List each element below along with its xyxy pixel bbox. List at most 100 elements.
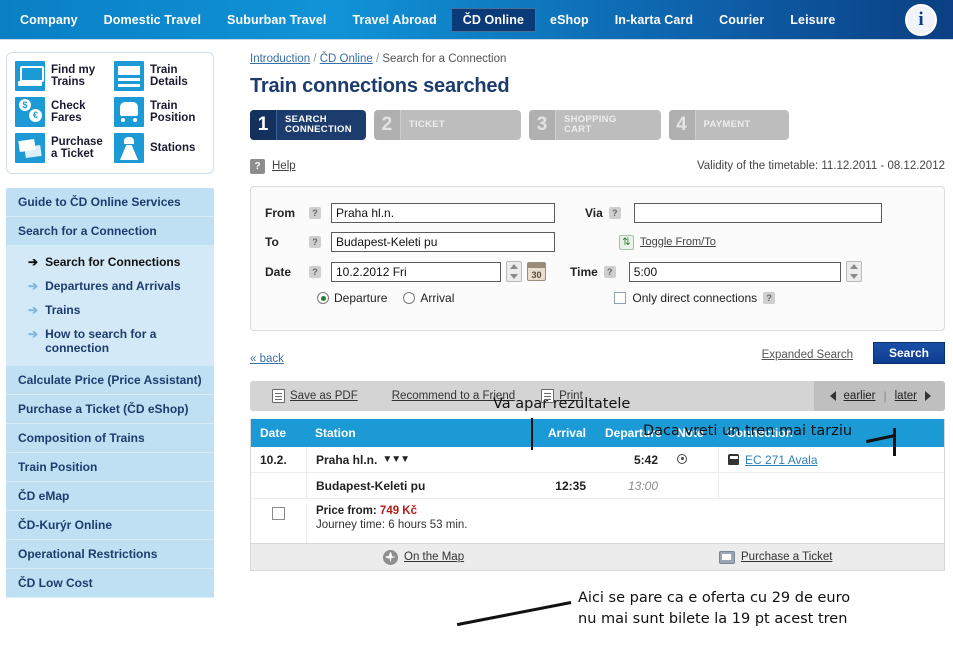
sidebar-subitem-how-to-search-for-a-connection[interactable]: ➔ How to search for a connection [6, 322, 214, 360]
sidebar-item-search-for-a-connection[interactable]: Search for a Connection [6, 217, 214, 246]
step-label: SEARCH CONNECTION [276, 110, 366, 140]
circle-dot-icon [677, 453, 687, 464]
recommend-to-friend-button[interactable]: Recommend to a Friend [392, 390, 515, 402]
date-label: Date [265, 264, 292, 279]
from-input[interactable] [331, 203, 555, 223]
sidebar-item-train-position[interactable]: Train Position [6, 453, 214, 482]
swap-arrows-icon[interactable]: ⇅ [619, 234, 634, 250]
sidebar-subitem-search-for-connections[interactable]: ➔ Search for Connections [6, 250, 214, 274]
step-4-payment[interactable]: 4 PAYMENT [668, 110, 789, 140]
nav-item-company[interactable]: Company [8, 8, 90, 32]
quicklink-find-my-trains[interactable]: Find my Trains [15, 61, 110, 91]
to-hint-icon[interactable]: ? [309, 236, 321, 248]
departure-radio[interactable] [317, 292, 329, 304]
info-icon[interactable]: i [905, 4, 937, 36]
nav-item-in-karta-card[interactable]: In-karta Card [603, 8, 705, 32]
quicklink-train-details[interactable]: Train Details [114, 61, 209, 91]
purchase-a-ticket-button[interactable]: Purchase a Ticket [719, 550, 832, 564]
calendar-picker-icon[interactable]: 30 [527, 262, 546, 281]
time-hint-icon[interactable]: ? [603, 265, 616, 278]
sidebar-item-operational-restrictions[interactable]: Operational Restrictions [6, 540, 214, 569]
nav-item-eshop[interactable]: eShop [538, 8, 601, 32]
toggle-from-to-link[interactable]: Toggle From/To [640, 236, 716, 248]
step-number: 3 [528, 110, 555, 140]
nav-item-cd-online[interactable]: ČD Online [450, 8, 537, 32]
sidebar-item-composition-of-trains[interactable]: Composition of Trains [6, 424, 214, 453]
sidebar-item-calculate-price[interactable]: Calculate Price (Price Assistant) [6, 366, 214, 395]
table-row[interactable]: Budapest-Keleti pu 12:35 13:00 [251, 473, 944, 499]
arrow-right-icon: ➔ [28, 327, 39, 341]
results-table: Date Station Arrival Departure Note Conn… [250, 419, 945, 544]
print-label: Print [559, 390, 583, 402]
date-input[interactable] [331, 261, 501, 282]
expanded-search-link[interactable]: Expanded Search [762, 349, 853, 361]
sidebar-item-cd-kuryr-online[interactable]: ČD-Kurýr Online [6, 511, 214, 540]
col-header-arrival: Arrival [547, 426, 586, 440]
nav-divider: | [883, 389, 887, 403]
nav-item-suburban-travel[interactable]: Suburban Travel [215, 8, 338, 32]
sidebar-subitem-label: How to search for a connection [45, 327, 157, 355]
quicklink-label: Train Position [150, 99, 196, 125]
time-input[interactable] [628, 261, 841, 282]
quicklink-train-position[interactable]: Train Position [114, 97, 209, 127]
to-input[interactable] [331, 232, 555, 252]
quicklink-check-fares[interactable]: Check Fares [15, 97, 110, 127]
earlier-link[interactable]: earlier [844, 390, 876, 402]
sidebar-subitem-label: Trains [45, 303, 81, 317]
step-1-search-connection[interactable]: 1 SEARCH CONNECTION [250, 110, 366, 140]
from-hint-icon[interactable]: ? [309, 207, 321, 219]
col-header-station: Station [315, 426, 356, 440]
sidebar-subitem-departures-and-arrivals[interactable]: ➔ Departures and Arrivals [6, 274, 214, 298]
search-button[interactable]: Search [873, 342, 945, 364]
step-number: 4 [668, 110, 695, 140]
cell-connection [718, 473, 944, 498]
sidebar-subitem-trains[interactable]: ➔ Trains [6, 298, 214, 322]
only-direct-connections-checkbox[interactable] [614, 292, 627, 304]
arrow-right-icon[interactable] [925, 391, 931, 401]
breadcrumb-introduction[interactable]: Introduction [250, 53, 310, 65]
via-hint-icon[interactable]: ? [608, 207, 621, 219]
step-3-shopping-cart[interactable]: 3 SHOPPING CART [528, 110, 661, 140]
sidebar-submenu: ➔ Search for Connections ➔ Departures an… [6, 246, 214, 366]
later-link[interactable]: later [895, 390, 917, 402]
connection-link[interactable]: EC 271 Avala [745, 453, 818, 467]
step-2-ticket[interactable]: 2 TICKET [373, 110, 521, 140]
nav-item-domestic-travel[interactable]: Domestic Travel [92, 8, 213, 32]
select-connection-checkbox[interactable] [272, 507, 285, 520]
sidebar-item-guide-to-cd-online-services[interactable]: Guide to ČD Online Services [6, 188, 214, 217]
direct-hint-icon[interactable]: ? [763, 292, 776, 304]
via-input[interactable] [633, 203, 882, 223]
nav-item-courier[interactable]: Courier [707, 8, 776, 32]
time-stepper[interactable] [845, 261, 862, 282]
arrow-left-icon[interactable] [829, 391, 836, 401]
nav-item-travel-abroad[interactable]: Travel Abroad [341, 8, 449, 32]
laptop-icon [15, 61, 45, 91]
quicklink-stations[interactable]: Stations [114, 133, 209, 163]
date-stepper[interactable] [506, 261, 522, 282]
step-number: 2 [373, 110, 400, 140]
arrival-radio[interactable] [403, 292, 416, 304]
help-icon[interactable]: ? [250, 158, 265, 174]
earlier-later-nav: earlier | later [813, 381, 945, 411]
help-link[interactable]: Help [272, 160, 296, 172]
quicklink-purchase-a-ticket[interactable]: Purchase a Ticket [15, 133, 110, 163]
nav-item-leisure[interactable]: Leisure [778, 8, 847, 32]
arrow-right-icon: ➔ [28, 303, 39, 317]
options-row: Departure Arrival Only direct connection… [317, 291, 930, 305]
save-as-pdf-button[interactable]: Save as PDF [272, 389, 358, 403]
time-group: Time ? [570, 261, 862, 282]
print-button[interactable]: Print [541, 389, 583, 403]
table-row[interactable]: 10.2. Praha hl.n. ▼▼▼ 5:42 EC 271 Avala [251, 447, 944, 473]
step-number: 1 [250, 110, 276, 140]
sidebar-item-cd-low-cost[interactable]: ČD Low Cost [6, 569, 214, 598]
quick-links-panel: Find my Trains Train Details Check Fares… [6, 52, 214, 174]
on-the-map-button[interactable]: On the Map [383, 549, 464, 565]
date-hint-icon[interactable]: ? [309, 265, 321, 278]
breadcrumb-cd-online[interactable]: ČD Online [320, 53, 373, 65]
stepper-up-icon [510, 264, 518, 270]
sidebar-item-purchase-a-ticket[interactable]: Purchase a Ticket (ČD eShop) [6, 395, 214, 424]
cell-station: Budapest-Keleti pu [306, 473, 531, 498]
sidebar-item-cd-emap[interactable]: ČD eMap [6, 482, 214, 511]
back-link[interactable]: « back [250, 353, 284, 365]
quicklink-label: Find my Trains [51, 63, 96, 89]
